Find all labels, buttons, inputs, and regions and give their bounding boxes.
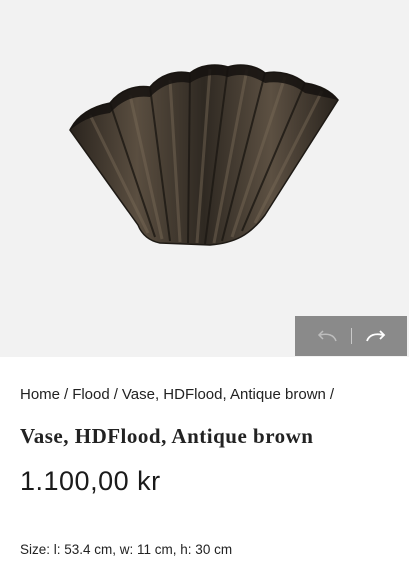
product-title: Vase, HDFlood, Antique brown — [20, 424, 314, 448]
breadcrumb: Home / Flood / Vase, HDFlood, Antique brown / — [20, 386, 338, 403]
breadcrumb-separator: / — [329, 386, 335, 403]
undo-arrow-icon — [317, 330, 337, 342]
vase-product-image — [69, 64, 339, 246]
product-price: 1.100,00 kr — [20, 466, 161, 496]
breadcrumb-home[interactable]: Home — [20, 386, 60, 403]
previous-image-button[interactable] — [303, 316, 351, 356]
next-image-button[interactable] — [352, 316, 400, 356]
redo-arrow-icon — [365, 330, 385, 342]
product-size: Size: l: 53.4 cm, w: 11 cm, h: 30 cm — [20, 542, 233, 557]
breadcrumb-current[interactable]: Vase, HDFlood, Antique brown — [122, 386, 326, 403]
product-image-area — [0, 0, 409, 357]
gallery-navigation — [295, 316, 407, 356]
breadcrumb-separator: / — [113, 386, 118, 403]
breadcrumb-flood[interactable]: Flood — [72, 386, 110, 403]
breadcrumb-separator: / — [64, 386, 69, 403]
